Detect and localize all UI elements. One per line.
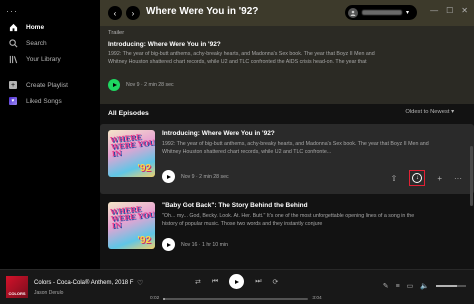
top-bar: ‹ › Where Were You in '92? ▾ — ☐ ✕ <box>100 0 474 26</box>
extra-controls: ✎ ≡ ▭ 🔈 <box>383 282 466 290</box>
more-icon[interactable]: ··· <box>454 174 462 183</box>
back-button[interactable]: ‹ <box>108 6 122 20</box>
progress-fill <box>163 297 165 300</box>
device-icon[interactable]: ▭ <box>407 282 414 290</box>
scrollbar[interactable] <box>469 26 474 269</box>
sidebar-item-library[interactable]: Your Library <box>8 54 61 64</box>
progress-bar: 0:02 3:04 <box>150 296 322 301</box>
sidebar-item-label: Home <box>26 23 45 31</box>
previous-icon[interactable]: ⏮ <box>212 278 218 286</box>
plus-square-icon: + <box>9 81 17 89</box>
forward-button[interactable]: › <box>126 6 140 20</box>
play-icon <box>167 174 171 179</box>
now-playing-artwork[interactable]: COLORS <box>6 276 28 298</box>
heart-icon[interactable]: ♡ <box>137 279 143 287</box>
play-icon <box>112 83 117 87</box>
volume-icon[interactable]: 🔈 <box>420 282 429 290</box>
heart-square-icon: ♥ <box>8 96 18 106</box>
episode-title[interactable]: Introducing: Where Were You in '92? <box>162 130 430 137</box>
episode-meta: Nov 9 · 2 min 28 sec <box>181 173 229 180</box>
episode-description: 1992: The year of big-butt anthems, achy… <box>162 141 429 155</box>
chevron-down-icon: ▾ <box>406 10 410 16</box>
list-item[interactable]: WHERE WERE YOU IN '92 Introducing: Where… <box>100 124 474 194</box>
user-name-blurred <box>362 10 402 15</box>
share-icon[interactable]: ⇧ <box>391 174 398 183</box>
minimize-button[interactable]: — <box>430 6 438 15</box>
queue-icon[interactable]: ≡ <box>396 283 400 290</box>
sort-dropdown[interactable]: Oldest to Newest ▾ <box>405 109 454 115</box>
download-button[interactable]: ↓ <box>409 170 426 186</box>
sidebar-item-label: Liked Songs <box>26 97 62 105</box>
add-icon[interactable]: + <box>437 174 442 183</box>
play-icon <box>167 242 171 247</box>
trailer-label: Trailer <box>108 30 125 36</box>
close-button[interactable]: ✕ <box>461 6 468 15</box>
sidebar-item-label: Your Library <box>26 55 61 63</box>
progress-track[interactable] <box>163 297 309 300</box>
trailer-section: Trailer Introducing: Where Were You in '… <box>100 26 474 104</box>
episode-controls: Nov 16 · 1 hr 10 min <box>162 238 228 251</box>
next-icon[interactable]: ⏭ <box>255 278 261 286</box>
sidebar: ··· Home Search Your Library + Create Pl… <box>0 0 100 269</box>
home-icon <box>8 22 18 32</box>
sidebar-item-label: Search <box>26 39 47 47</box>
playback-controls: ⇄ ⏮ ⏭ ⟳ <box>195 274 278 289</box>
episode-play-button[interactable] <box>162 238 175 251</box>
scroll-thumb[interactable] <box>470 146 473 206</box>
user-avatar-icon <box>348 7 358 18</box>
volume-fill <box>436 285 457 287</box>
episode-description: "Oh... my... God, Becky. Look. At. Her. … <box>162 213 415 227</box>
artwork-text: WHERE WERE YOU IN <box>109 132 155 159</box>
play-icon <box>235 279 240 284</box>
sort-label: Oldest to Newest <box>405 109 450 115</box>
volume-slider[interactable] <box>436 285 466 287</box>
episode-artwork: WHERE WERE YOU IN '92 <box>108 130 155 177</box>
sidebar-item-create-playlist[interactable]: + Create Playlist <box>8 80 68 90</box>
artwork-number: '92 <box>137 235 151 246</box>
artwork-text: WHERE WERE YOU IN <box>109 204 155 231</box>
download-icon: ↓ <box>412 173 423 183</box>
main-content: ‹ › Where Were You in '92? ▾ — ☐ ✕ Trail… <box>100 0 474 269</box>
play-pause-button[interactable] <box>229 274 245 289</box>
sidebar-item-liked-songs[interactable]: ♥ Liked Songs <box>8 96 62 106</box>
now-playing-title[interactable]: Colors - Coca-Cola® Anthem, 2018 F <box>34 280 133 286</box>
library-icon <box>8 54 18 64</box>
episode-meta: Nov 16 · 1 hr 10 min <box>181 241 228 248</box>
shuffle-icon[interactable]: ⇄ <box>195 278 201 286</box>
trailer-play-button[interactable] <box>108 79 120 91</box>
window-controls: — ☐ ✕ <box>430 6 468 15</box>
trailer-controls: Nov 9 · 2 min 28 sec <box>108 79 174 91</box>
episode-controls: Nov 9 · 2 min 28 sec <box>162 170 229 183</box>
time-elapsed: 0:02 <box>150 296 160 301</box>
now-playing-bar: COLORS Colors - Coca-Cola® Anthem, 2018 … <box>0 269 474 304</box>
episode-title[interactable]: "Baby Got Back": The Story Behind the Be… <box>162 202 430 209</box>
lyrics-icon[interactable]: ✎ <box>383 282 389 290</box>
maximize-button[interactable]: ☐ <box>446 6 453 15</box>
search-icon <box>8 38 18 48</box>
time-total: 3:04 <box>312 296 322 301</box>
page-title: Where Were You in '92? <box>146 6 259 17</box>
now-playing-artist[interactable]: Jason Derulo <box>34 290 63 296</box>
episode-actions: ⇧ ↓ + ··· <box>391 170 462 186</box>
chevron-down-icon: ▾ <box>451 109 454 115</box>
episode-play-button[interactable] <box>162 170 175 183</box>
sidebar-item-home[interactable]: Home <box>8 22 44 32</box>
user-menu-button[interactable]: ▾ <box>345 5 417 20</box>
episode-artwork: WHERE WERE YOU IN '92 <box>108 202 155 249</box>
artwork-label: COLORS <box>8 291 26 296</box>
trailer-meta: Nov 9 · 2 min 28 sec <box>126 82 174 88</box>
all-episodes-heading: All Episodes <box>108 110 149 117</box>
list-item[interactable]: WHERE WERE YOU IN '92 "Baby Got Back": T… <box>100 198 474 269</box>
menu-dots-icon[interactable]: ··· <box>6 6 18 16</box>
sidebar-item-label: Create Playlist <box>26 81 68 89</box>
trailer-description: 1992: The year of big-butt anthems, achy… <box>108 51 375 65</box>
artwork-number: '92 <box>137 163 151 174</box>
repeat-icon[interactable]: ⟳ <box>273 278 279 286</box>
sidebar-item-search[interactable]: Search <box>8 38 47 48</box>
trailer-title[interactable]: Introducing: Where Were You in '92? <box>108 41 221 48</box>
